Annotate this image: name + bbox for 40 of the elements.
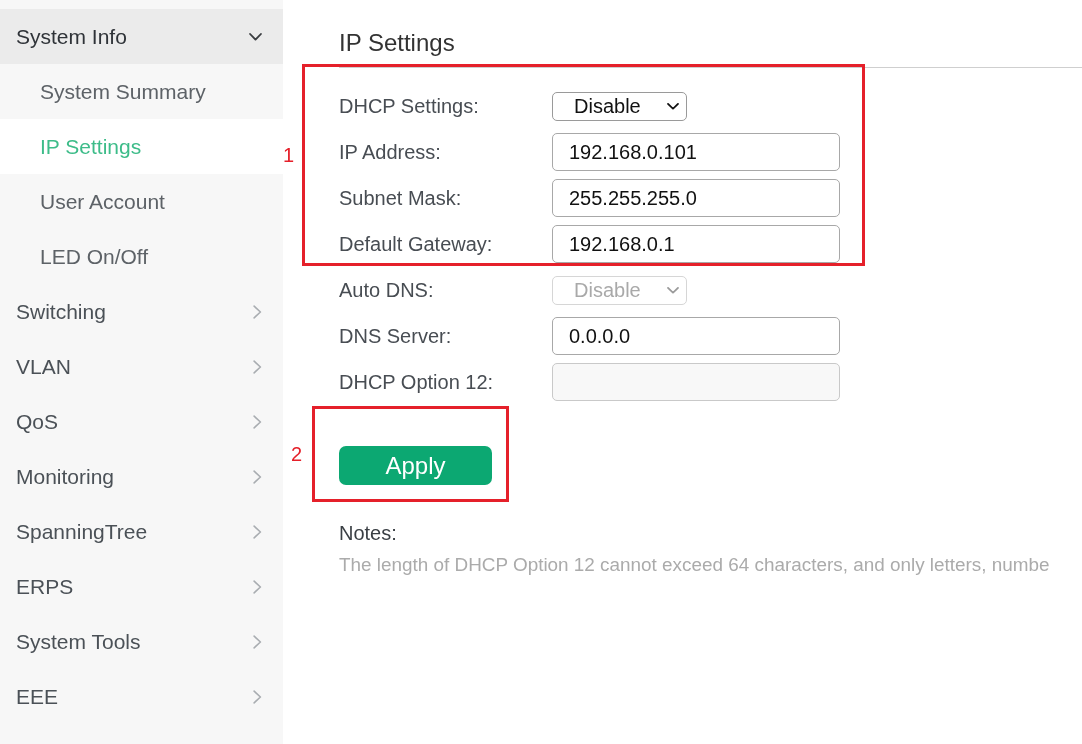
chevron-right-icon bbox=[253, 469, 262, 484]
field-label: DHCP Settings: bbox=[339, 94, 480, 118]
field-label: Default Gateway: bbox=[339, 232, 494, 256]
sidebar-item[interactable]: EEE bbox=[0, 669, 283, 724]
field-label: IP Address: bbox=[339, 140, 442, 164]
sidebar-item[interactable]: SpanningTree bbox=[0, 504, 283, 559]
input-field[interactable]: 255.255.255.0 bbox=[552, 179, 840, 217]
field-label: Subnet Mask: bbox=[339, 186, 463, 210]
sidebar-subitem[interactable]: System Summary bbox=[0, 64, 283, 119]
chevron-right-icon bbox=[253, 579, 262, 594]
input-field[interactable]: 192.168.0.1 bbox=[552, 225, 840, 263]
chevron-right-icon bbox=[253, 304, 262, 319]
field-label: DHCP Option 12: bbox=[339, 370, 495, 394]
sidebar-subitem[interactable]: LED On/Off bbox=[0, 229, 283, 284]
chevron-right-icon bbox=[253, 524, 262, 539]
input-field[interactable]: 0.0.0.0 bbox=[552, 317, 840, 355]
field-label: Auto DNS: bbox=[339, 278, 435, 302]
annotation-number: 1 bbox=[283, 143, 295, 167]
chevron-right-icon bbox=[253, 689, 262, 704]
annotation-number: 2 bbox=[291, 442, 303, 466]
sidebar-item[interactable]: System Tools bbox=[0, 614, 283, 669]
field-label: DNS Server: bbox=[339, 324, 453, 348]
notes-heading: Notes: bbox=[339, 521, 398, 545]
sidebar-subitem[interactable]: User Account bbox=[0, 174, 283, 229]
chevron-down-icon bbox=[667, 286, 679, 294]
chevron-down-icon bbox=[667, 102, 679, 110]
sidebar-item[interactable]: Switching bbox=[0, 284, 283, 339]
sidebar-item[interactable]: QoS bbox=[0, 394, 283, 449]
chevron-right-icon bbox=[253, 634, 262, 649]
sidebar-item[interactable]: ERPS bbox=[0, 559, 283, 614]
notes-text: The length of DHCP Option 12 cannot exceed 64 characters, and only letters, numbe bbox=[339, 553, 1050, 577]
sidebar-item[interactable]: System Info bbox=[0, 9, 283, 64]
chevron-right-icon bbox=[253, 359, 262, 374]
input-field[interactable]: 192.168.0.101 bbox=[552, 133, 840, 171]
chevron-right-icon bbox=[253, 414, 262, 429]
page-title: IP Settings bbox=[339, 29, 456, 57]
chevron-down-icon bbox=[249, 32, 262, 41]
sidebar-item[interactable]: Monitoring bbox=[0, 449, 283, 504]
sidebar-item[interactable]: VLAN bbox=[0, 339, 283, 394]
dropdown[interactable]: Disable bbox=[552, 91, 687, 121]
